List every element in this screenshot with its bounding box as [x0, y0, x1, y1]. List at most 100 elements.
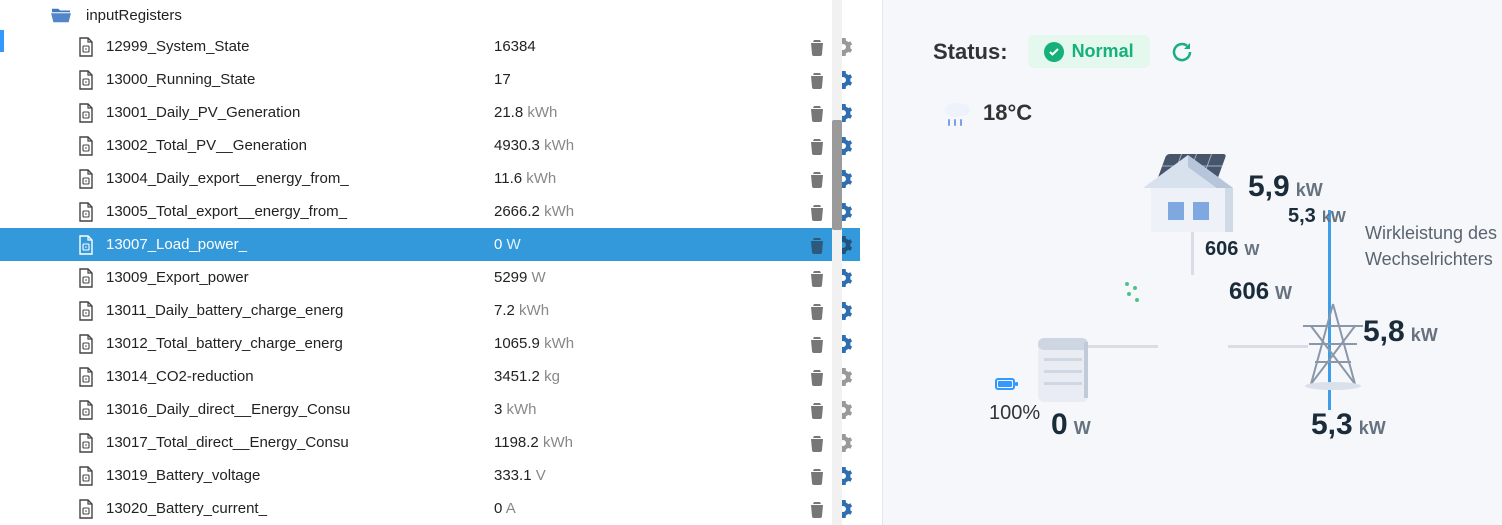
delete-button[interactable] [808, 38, 826, 56]
file-locked-icon [78, 169, 94, 189]
register-name: 13004_Daily_export__energy_from_ [106, 170, 494, 187]
status-row: Status: Normal [933, 35, 1194, 68]
register-name: 13000_Running_State [106, 71, 494, 88]
register-row[interactable]: 13002_Total_PV__Generation4930.3 kWh [0, 129, 860, 162]
grid-power: 5,8kW [1363, 315, 1438, 349]
delete-button[interactable] [808, 236, 826, 254]
register-name: 13017_Total_direct__Energy_Consu [106, 434, 494, 451]
status-badge-text: Normal [1072, 41, 1134, 62]
delete-button[interactable] [808, 368, 826, 386]
register-row[interactable]: 13014_CO2-reduction3451.2 kg [0, 360, 860, 393]
file-locked-icon [78, 268, 94, 288]
battery-storage-icon [1028, 330, 1098, 410]
register-row[interactable]: 13004_Daily_export__energy_from_11.6 kWh [0, 162, 860, 195]
register-row[interactable]: 13016_Daily_direct__Energy_Consu3 kWh [0, 393, 860, 426]
register-value: 4930.3 kWh [494, 137, 634, 154]
register-value: 2666.2 kWh [494, 203, 634, 220]
delete-button[interactable] [808, 302, 826, 320]
delete-button[interactable] [808, 335, 826, 353]
delete-button[interactable] [808, 467, 826, 485]
register-value: 7.2 kWh [494, 302, 634, 319]
house-icon [1133, 150, 1243, 240]
file-locked-icon [78, 499, 94, 519]
register-value: 0 W [494, 236, 634, 253]
pv-power-sub: 5,3kW [1288, 205, 1346, 228]
delete-button[interactable] [808, 203, 826, 221]
folder-open-icon [50, 6, 72, 24]
pv-power: 5,9kW [1248, 170, 1323, 204]
file-locked-icon [78, 301, 94, 321]
register-value: 1198.2 kWh [494, 434, 634, 451]
register-value: 1065.9 kWh [494, 335, 634, 352]
file-locked-icon [78, 334, 94, 354]
register-row[interactable]: 13005_Total_export__energy_from_2666.2 k… [0, 195, 860, 228]
check-circle-icon [1044, 42, 1064, 62]
flow-power: 606W [1205, 238, 1259, 261]
register-value: 0 A [494, 500, 634, 517]
register-name: 13012_Total_battery_charge_energ [106, 335, 494, 352]
register-name: 13002_Total_PV__Generation [106, 137, 494, 154]
grid-tower-icon [1293, 300, 1373, 390]
file-locked-icon [78, 103, 94, 123]
register-name: 13020_Battery_current_ [106, 500, 494, 517]
delete-button[interactable] [808, 137, 826, 155]
scrollbar-thumb[interactable] [832, 120, 842, 230]
register-name: 13005_Total_export__energy_from_ [106, 203, 494, 220]
register-name: 13007_Load_power_ [106, 236, 494, 253]
dashboard-panel: Status: Normal 18°C [882, 0, 1502, 525]
register-name: 13011_Daily_battery_charge_energ [106, 302, 494, 319]
delete-button[interactable] [808, 434, 826, 452]
grid-power-sub: 5,3kW [1311, 408, 1386, 442]
scrollbar[interactable] [832, 0, 842, 525]
file-locked-icon [78, 433, 94, 453]
delete-button[interactable] [808, 401, 826, 419]
register-row[interactable]: 13020_Battery_current_0 A [0, 492, 860, 525]
register-value: 3 kWh [494, 401, 634, 418]
register-row[interactable]: 13012_Total_battery_charge_energ1065.9 k… [0, 327, 860, 360]
folder-label: inputRegisters [86, 7, 182, 24]
register-name: 13001_Daily_PV_Generation [106, 104, 494, 121]
battery-power: 0W [1051, 408, 1091, 442]
register-value: 11.6 kWh [494, 170, 634, 187]
register-name: 13014_CO2-reduction [106, 368, 494, 385]
register-value: 333.1 V [494, 467, 634, 484]
file-locked-icon [78, 136, 94, 156]
delete-button[interactable] [808, 71, 826, 89]
register-row[interactable]: 13007_Load_power_0 W [0, 228, 860, 261]
register-row[interactable]: 13009_Export_power5299 W [0, 261, 860, 294]
battery-percent: 100% [989, 402, 1040, 425]
register-row[interactable]: 13001_Daily_PV_Generation21.8 kWh [0, 96, 860, 129]
object-tree-panel: inputRegisters 12999_System_State16384 1… [0, 0, 860, 525]
energy-diagram: 100% 5,9kW 5,3kW 606W 606W 5,8kW 5,3kW 0… [923, 150, 1472, 495]
refresh-icon[interactable] [1170, 40, 1194, 64]
register-row[interactable]: 12999_System_State16384 [0, 30, 860, 63]
register-name: 13016_Daily_direct__Energy_Consu [106, 401, 494, 418]
file-locked-icon [78, 466, 94, 486]
file-locked-icon [78, 70, 94, 90]
register-value: 17 [494, 71, 634, 88]
file-locked-icon [78, 202, 94, 222]
register-row[interactable]: 13000_Running_State17 [0, 63, 860, 96]
file-locked-icon [78, 37, 94, 57]
register-list: 12999_System_State16384 13000_Running_St… [0, 30, 860, 525]
register-row[interactable]: 13019_Battery_voltage333.1 V [0, 459, 860, 492]
register-value: 3451.2 kg [494, 368, 634, 385]
register-value: 5299 W [494, 269, 634, 286]
status-badge: Normal [1028, 35, 1150, 68]
register-value: 16384 [494, 38, 634, 55]
delete-button[interactable] [808, 104, 826, 122]
delete-button[interactable] [808, 500, 826, 518]
folder-input-registers[interactable]: inputRegisters [0, 0, 860, 30]
temperature: 18°C [983, 100, 1032, 126]
register-row[interactable]: 13017_Total_direct__Energy_Consu1198.2 k… [0, 426, 860, 459]
register-row[interactable]: 13011_Daily_battery_charge_energ7.2 kWh [0, 294, 860, 327]
house-power: 606W [1229, 278, 1292, 306]
register-name: 13019_Battery_voltage [106, 467, 494, 484]
register-value: 21.8 kWh [494, 104, 634, 121]
file-locked-icon [78, 400, 94, 420]
register-name: 13009_Export_power [106, 269, 494, 286]
battery-level-icon [995, 378, 1015, 390]
inverter-caption: Wirkleistung des Wechselrichters [1365, 220, 1502, 272]
delete-button[interactable] [808, 170, 826, 188]
delete-button[interactable] [808, 269, 826, 287]
